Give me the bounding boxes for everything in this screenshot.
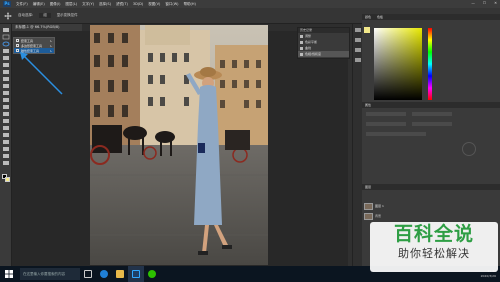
layer-name: 图层 1	[375, 204, 384, 208]
layer-name: 背景	[375, 214, 382, 218]
lasso-icon	[16, 39, 19, 42]
layers-panel: 图层 图层 1 背景	[362, 184, 500, 220]
wechat-icon[interactable]	[144, 266, 160, 282]
magnetic-lasso-icon	[16, 49, 19, 52]
menu-image[interactable]: 图像(I)	[50, 2, 61, 7]
maximize-button[interactable]: ☐	[483, 1, 486, 5]
edge-icon[interactable]	[96, 266, 112, 282]
flyout-item-shortcut: L	[50, 48, 52, 53]
explorer-icon[interactable]	[112, 266, 128, 282]
color-picker-field[interactable]	[374, 28, 422, 100]
panel-icon-strip	[352, 24, 362, 266]
flyout-item-label: 磁性套索工具	[21, 48, 40, 53]
clock-date: 2020/3/26	[480, 273, 496, 278]
menu-file[interactable]: 文件(F)	[16, 2, 28, 7]
libraries-panel	[442, 102, 500, 182]
watermark-title: 百科全说	[393, 223, 474, 245]
flyout-item-shortcut: L	[50, 38, 52, 43]
menu-edit[interactable]: 编辑(E)	[33, 2, 45, 7]
flyout-item-magnetic-lasso[interactable]: 磁性套索工具 L	[14, 48, 54, 53]
windows-logo-icon	[5, 270, 13, 278]
task-view-icon[interactable]	[80, 266, 96, 282]
tab-swatches[interactable]: 色板	[377, 14, 383, 20]
show-transform-checkbox[interactable]: 显示变换控件	[57, 13, 78, 18]
menu-filter[interactable]: 滤镜(T)	[116, 2, 128, 7]
hue-slider[interactable]	[428, 28, 432, 100]
flyout-item-label: 套索工具	[21, 38, 34, 43]
history-item-label: 色相/饱和度	[305, 52, 322, 56]
window-controls: — ☐ ✕	[471, 1, 497, 5]
history-item-label: 色彩平衡	[305, 40, 318, 44]
libraries-cloud-icon	[462, 142, 476, 156]
menu-3d[interactable]: 3D(D)	[133, 2, 143, 6]
layer-row[interactable]: 背景	[364, 212, 480, 220]
menu-help[interactable]: 帮助(H)	[184, 2, 196, 7]
flyout-item-shortcut: L	[50, 43, 52, 48]
tab-color[interactable]: 颜色	[365, 14, 371, 20]
layers-panel-title: 图层	[362, 184, 500, 190]
menu-select[interactable]: 选择(S)	[99, 2, 111, 7]
document-tab[interactable]: 未标题-1 @ 66.7%(RGB/8)	[12, 24, 82, 31]
watermark-logo: 百科全说 助你轻松解决	[370, 222, 498, 272]
color-panel-tabs: 颜色 色板	[362, 14, 500, 20]
tools-panel	[0, 24, 12, 266]
canvas-photo	[90, 25, 268, 265]
history-state-icon	[300, 52, 303, 56]
auto-select-label: 自动选择:	[18, 13, 34, 17]
menu-type[interactable]: 文字(Y)	[82, 2, 94, 7]
menu-view[interactable]: 视图(V)	[148, 2, 160, 7]
layer-thumbnail	[364, 202, 373, 210]
tool-icons[interactable]	[0, 24, 12, 174]
menu-bar: Ps 文件(F) 编辑(E) 图像(I) 图层(L) 文字(Y) 选择(S) 滤…	[0, 0, 500, 8]
auto-select-dropdown[interactable]: 组	[39, 13, 51, 18]
move-tool-icon[interactable]	[4, 11, 12, 20]
history-state-icon	[300, 40, 303, 44]
polygonal-lasso-icon	[16, 44, 19, 47]
start-button[interactable]	[0, 266, 18, 282]
history-item-label: 曲线	[305, 46, 312, 50]
watermark-subtitle: 助你轻松解决	[398, 247, 470, 260]
photoshop-logo: Ps	[3, 1, 11, 7]
history-state-icon	[300, 46, 303, 50]
street-scene-photo	[90, 25, 268, 265]
close-button[interactable]: ✕	[494, 1, 497, 5]
history-item[interactable]: 色相/饱和度	[298, 51, 349, 57]
history-item-label: 调整	[305, 34, 312, 38]
menu-window[interactable]: 窗口(W)	[165, 2, 178, 7]
layer-thumbnail	[364, 212, 373, 220]
panel-foreground-swatch[interactable]	[364, 27, 370, 33]
history-state-icon	[300, 34, 303, 38]
flyout-item-label: 多边形套索工具	[21, 43, 43, 48]
minimize-button[interactable]: —	[471, 1, 475, 5]
lasso-tool-flyout: 套索工具 L 多边形套索工具 L 磁性套索工具 L	[13, 37, 55, 54]
photoshop-taskbar-icon[interactable]	[128, 266, 144, 282]
history-panel: 历史记录 调整 色彩平衡 曲线 色相/饱和度	[297, 27, 350, 59]
menu-layer[interactable]: 图层(L)	[65, 2, 77, 7]
background-color-swatch[interactable]	[5, 177, 10, 182]
taskbar-search[interactable]: 在这里输入你要搜索的内容	[20, 268, 80, 280]
layer-row[interactable]: 图层 1	[364, 202, 480, 210]
